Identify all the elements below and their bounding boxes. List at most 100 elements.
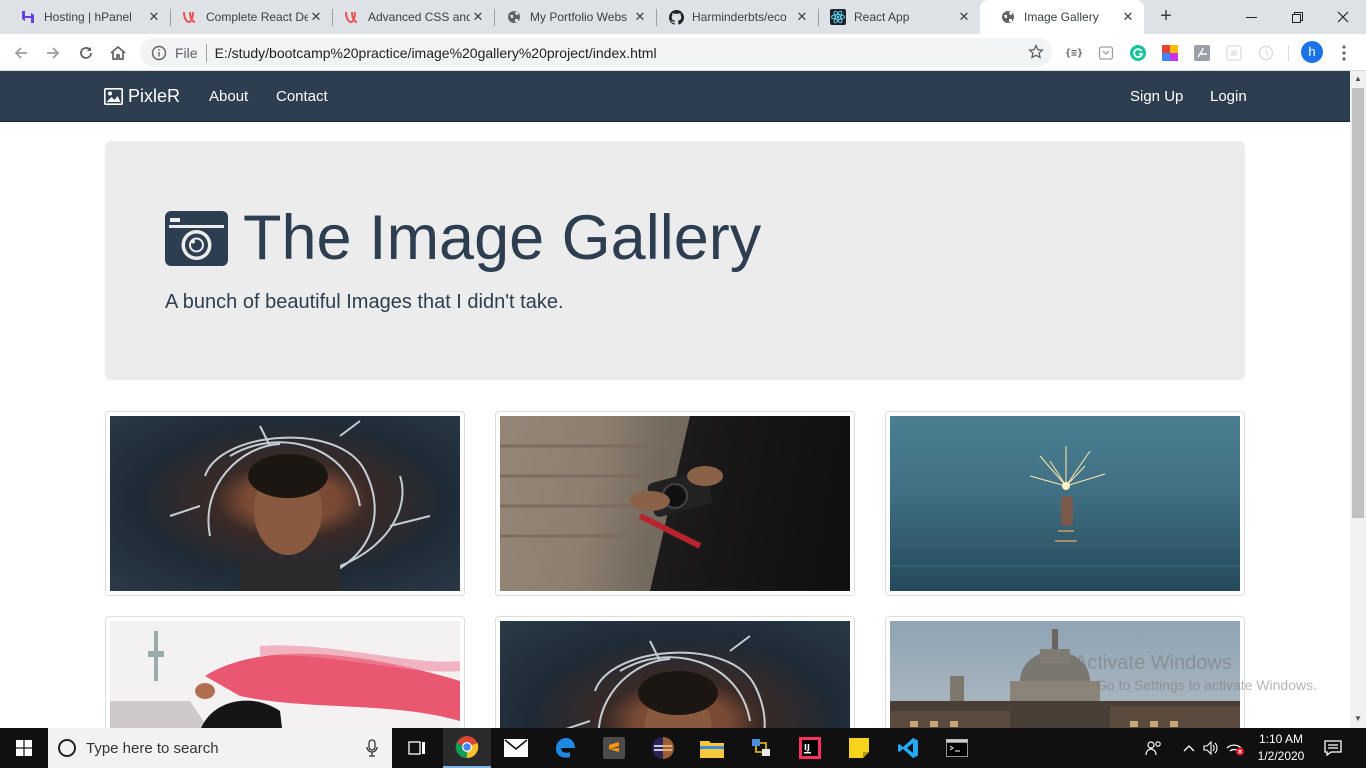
edge-icon[interactable] xyxy=(541,728,589,768)
taskbar-search-input[interactable]: Type here to search xyxy=(48,728,392,768)
volume-icon[interactable] xyxy=(1200,728,1222,768)
task-view-icon[interactable] xyxy=(394,728,442,768)
close-tab-icon[interactable]: ✕ xyxy=(146,9,162,25)
new-tab-button[interactable]: + xyxy=(1154,5,1178,29)
brand-link[interactable]: PixleR xyxy=(104,86,180,107)
pocket-extension-icon[interactable] xyxy=(1096,43,1116,63)
gallery-thumbnail[interactable] xyxy=(495,411,855,596)
hero-heading: The Image Gallery xyxy=(165,207,761,270)
gallery-thumbnail[interactable] xyxy=(495,616,855,728)
info-icon[interactable] xyxy=(151,45,167,61)
gallery-thumbnail[interactable] xyxy=(105,411,465,596)
address-bar[interactable]: File E:/study/bootcamp%20practice/image%… xyxy=(140,38,1052,67)
clock-date: 1/2/2020 xyxy=(1257,749,1305,763)
hero-subtitle: A bunch of beautiful Images that I didn'… xyxy=(165,291,564,313)
browser-tab-strip: Hosting | hPanel ✕ Complete React De ✕ A… xyxy=(0,0,1366,34)
camera-icon xyxy=(165,211,228,266)
back-icon[interactable] xyxy=(8,40,34,66)
close-window-button[interactable] xyxy=(1320,0,1366,34)
file-explorer-icon[interactable] xyxy=(688,728,736,768)
scroll-down-icon[interactable]: ▼ xyxy=(1354,714,1362,723)
bookmark-star-icon[interactable] xyxy=(1027,43,1045,63)
url-text[interactable]: E:/study/bootcamp%20practice/image%20gal… xyxy=(215,45,657,61)
gallery-thumbnail[interactable] xyxy=(885,411,1245,596)
close-tab-icon[interactable]: ✕ xyxy=(956,9,972,25)
windows-start-icon[interactable] xyxy=(0,728,48,768)
tab-title: React App xyxy=(854,10,910,24)
page-scrollbar[interactable]: ▲ ▼ xyxy=(1350,71,1366,728)
scrollbar-thumb[interactable] xyxy=(1352,88,1364,518)
mail-icon[interactable] xyxy=(492,728,540,768)
nav-contact-link[interactable]: Contact xyxy=(276,88,328,105)
react-icon xyxy=(830,9,846,25)
sticky-notes-icon[interactable] xyxy=(835,728,883,768)
image-hands-holding-camera xyxy=(500,416,850,591)
extension-icon[interactable] xyxy=(1224,43,1244,63)
profile-avatar[interactable]: h xyxy=(1301,41,1323,63)
browser-toolbar: File E:/study/bootcamp%20practice/image%… xyxy=(0,34,1366,71)
microphone-icon[interactable] xyxy=(366,739,378,761)
tab-react-app[interactable]: React App ✕ xyxy=(810,0,980,34)
vscode-icon[interactable] xyxy=(884,728,932,768)
tab-react-course[interactable]: Complete React De ✕ xyxy=(162,0,332,34)
people-icon[interactable] xyxy=(1140,728,1168,768)
minimize-button[interactable] xyxy=(1228,0,1274,34)
tab-title: Hosting | hPanel xyxy=(44,10,132,24)
sublime-text-icon[interactable] xyxy=(590,728,638,768)
pdf-extension-icon[interactable] xyxy=(1192,43,1212,63)
activate-windows-text: Go to Settings to activate Windows. xyxy=(1096,677,1317,693)
svg-text:IJ: IJ xyxy=(804,743,810,752)
nav-signup-link[interactable]: Sign Up xyxy=(1130,88,1183,105)
close-tab-icon[interactable]: ✕ xyxy=(1120,9,1136,25)
reload-icon[interactable] xyxy=(73,40,99,66)
eclipse-icon[interactable] xyxy=(639,728,687,768)
page-viewport: PixleR About Contact Sign Up Login The I… xyxy=(0,71,1350,728)
close-tab-icon[interactable]: ✕ xyxy=(632,9,648,25)
globe-icon xyxy=(1000,9,1016,25)
brand-name: PixleR xyxy=(128,86,181,106)
tab-github[interactable]: Harminderbts/eco ✕ xyxy=(648,0,818,34)
restore-button[interactable] xyxy=(1274,0,1320,34)
tab-advanced-css[interactable]: Advanced CSS and ✕ xyxy=(324,0,494,34)
image-girl-with-sparkler xyxy=(500,621,850,728)
hero-jumbotron: The Image Gallery A bunch of beautiful I… xyxy=(105,141,1245,380)
tab-title: Harminderbts/eco xyxy=(692,10,787,24)
scheme-label: File xyxy=(175,44,198,61)
action-center-icon[interactable] xyxy=(1318,728,1348,768)
home-icon[interactable] xyxy=(105,40,131,66)
site-navbar: PixleR About Contact Sign Up Login xyxy=(0,71,1350,122)
close-tab-icon[interactable]: ✕ xyxy=(794,9,810,25)
chevron-up-icon[interactable] xyxy=(1178,728,1200,768)
close-tab-icon[interactable]: ✕ xyxy=(308,9,324,25)
tab-image-gallery[interactable]: Image Gallery ✕ xyxy=(980,0,1144,34)
image-sparkler-in-water xyxy=(890,416,1240,591)
command-prompt-icon[interactable] xyxy=(933,728,981,768)
timer-extension-icon[interactable] xyxy=(1256,43,1276,63)
tab-title: My Portfolio Webs xyxy=(530,10,628,24)
gallery-thumbnail[interactable] xyxy=(105,616,465,728)
close-tab-icon[interactable]: ✕ xyxy=(470,9,486,25)
json-viewer-extension-icon[interactable]: {≡} xyxy=(1064,43,1084,63)
scroll-up-icon[interactable]: ▲ xyxy=(1354,74,1362,83)
network-app-icon[interactable] xyxy=(737,728,785,768)
tab-portfolio[interactable]: My Portfolio Webs ✕ xyxy=(486,0,656,34)
tab-hosting[interactable]: Hosting | hPanel ✕ xyxy=(0,0,170,34)
cortana-icon xyxy=(58,739,76,757)
system-clock[interactable]: 1:10 AM 1/2/2020 xyxy=(1248,731,1314,765)
colorzilla-icon[interactable] xyxy=(1160,43,1180,63)
clock-time: 1:10 AM xyxy=(1258,732,1304,746)
nav-about-link[interactable]: About xyxy=(209,88,248,105)
image-icon xyxy=(104,88,123,105)
image-girl-with-sparkler xyxy=(110,416,460,591)
page-title: The Image Gallery xyxy=(243,203,762,273)
grammarly-icon[interactable] xyxy=(1128,43,1148,63)
windows-taskbar: Type here to search IJ 1:10 AM 1/2/2020 xyxy=(0,728,1366,768)
tab-title: Image Gallery xyxy=(1024,10,1099,24)
chrome-taskbar-icon[interactable] xyxy=(443,728,491,768)
intellij-icon[interactable]: IJ xyxy=(786,728,834,768)
network-disconnected-icon[interactable] xyxy=(1222,728,1248,768)
chrome-menu-icon[interactable] xyxy=(1334,43,1354,63)
nav-login-link[interactable]: Login xyxy=(1210,88,1247,105)
tab-title: Complete React De xyxy=(206,10,308,24)
forward-icon[interactable] xyxy=(40,40,66,66)
